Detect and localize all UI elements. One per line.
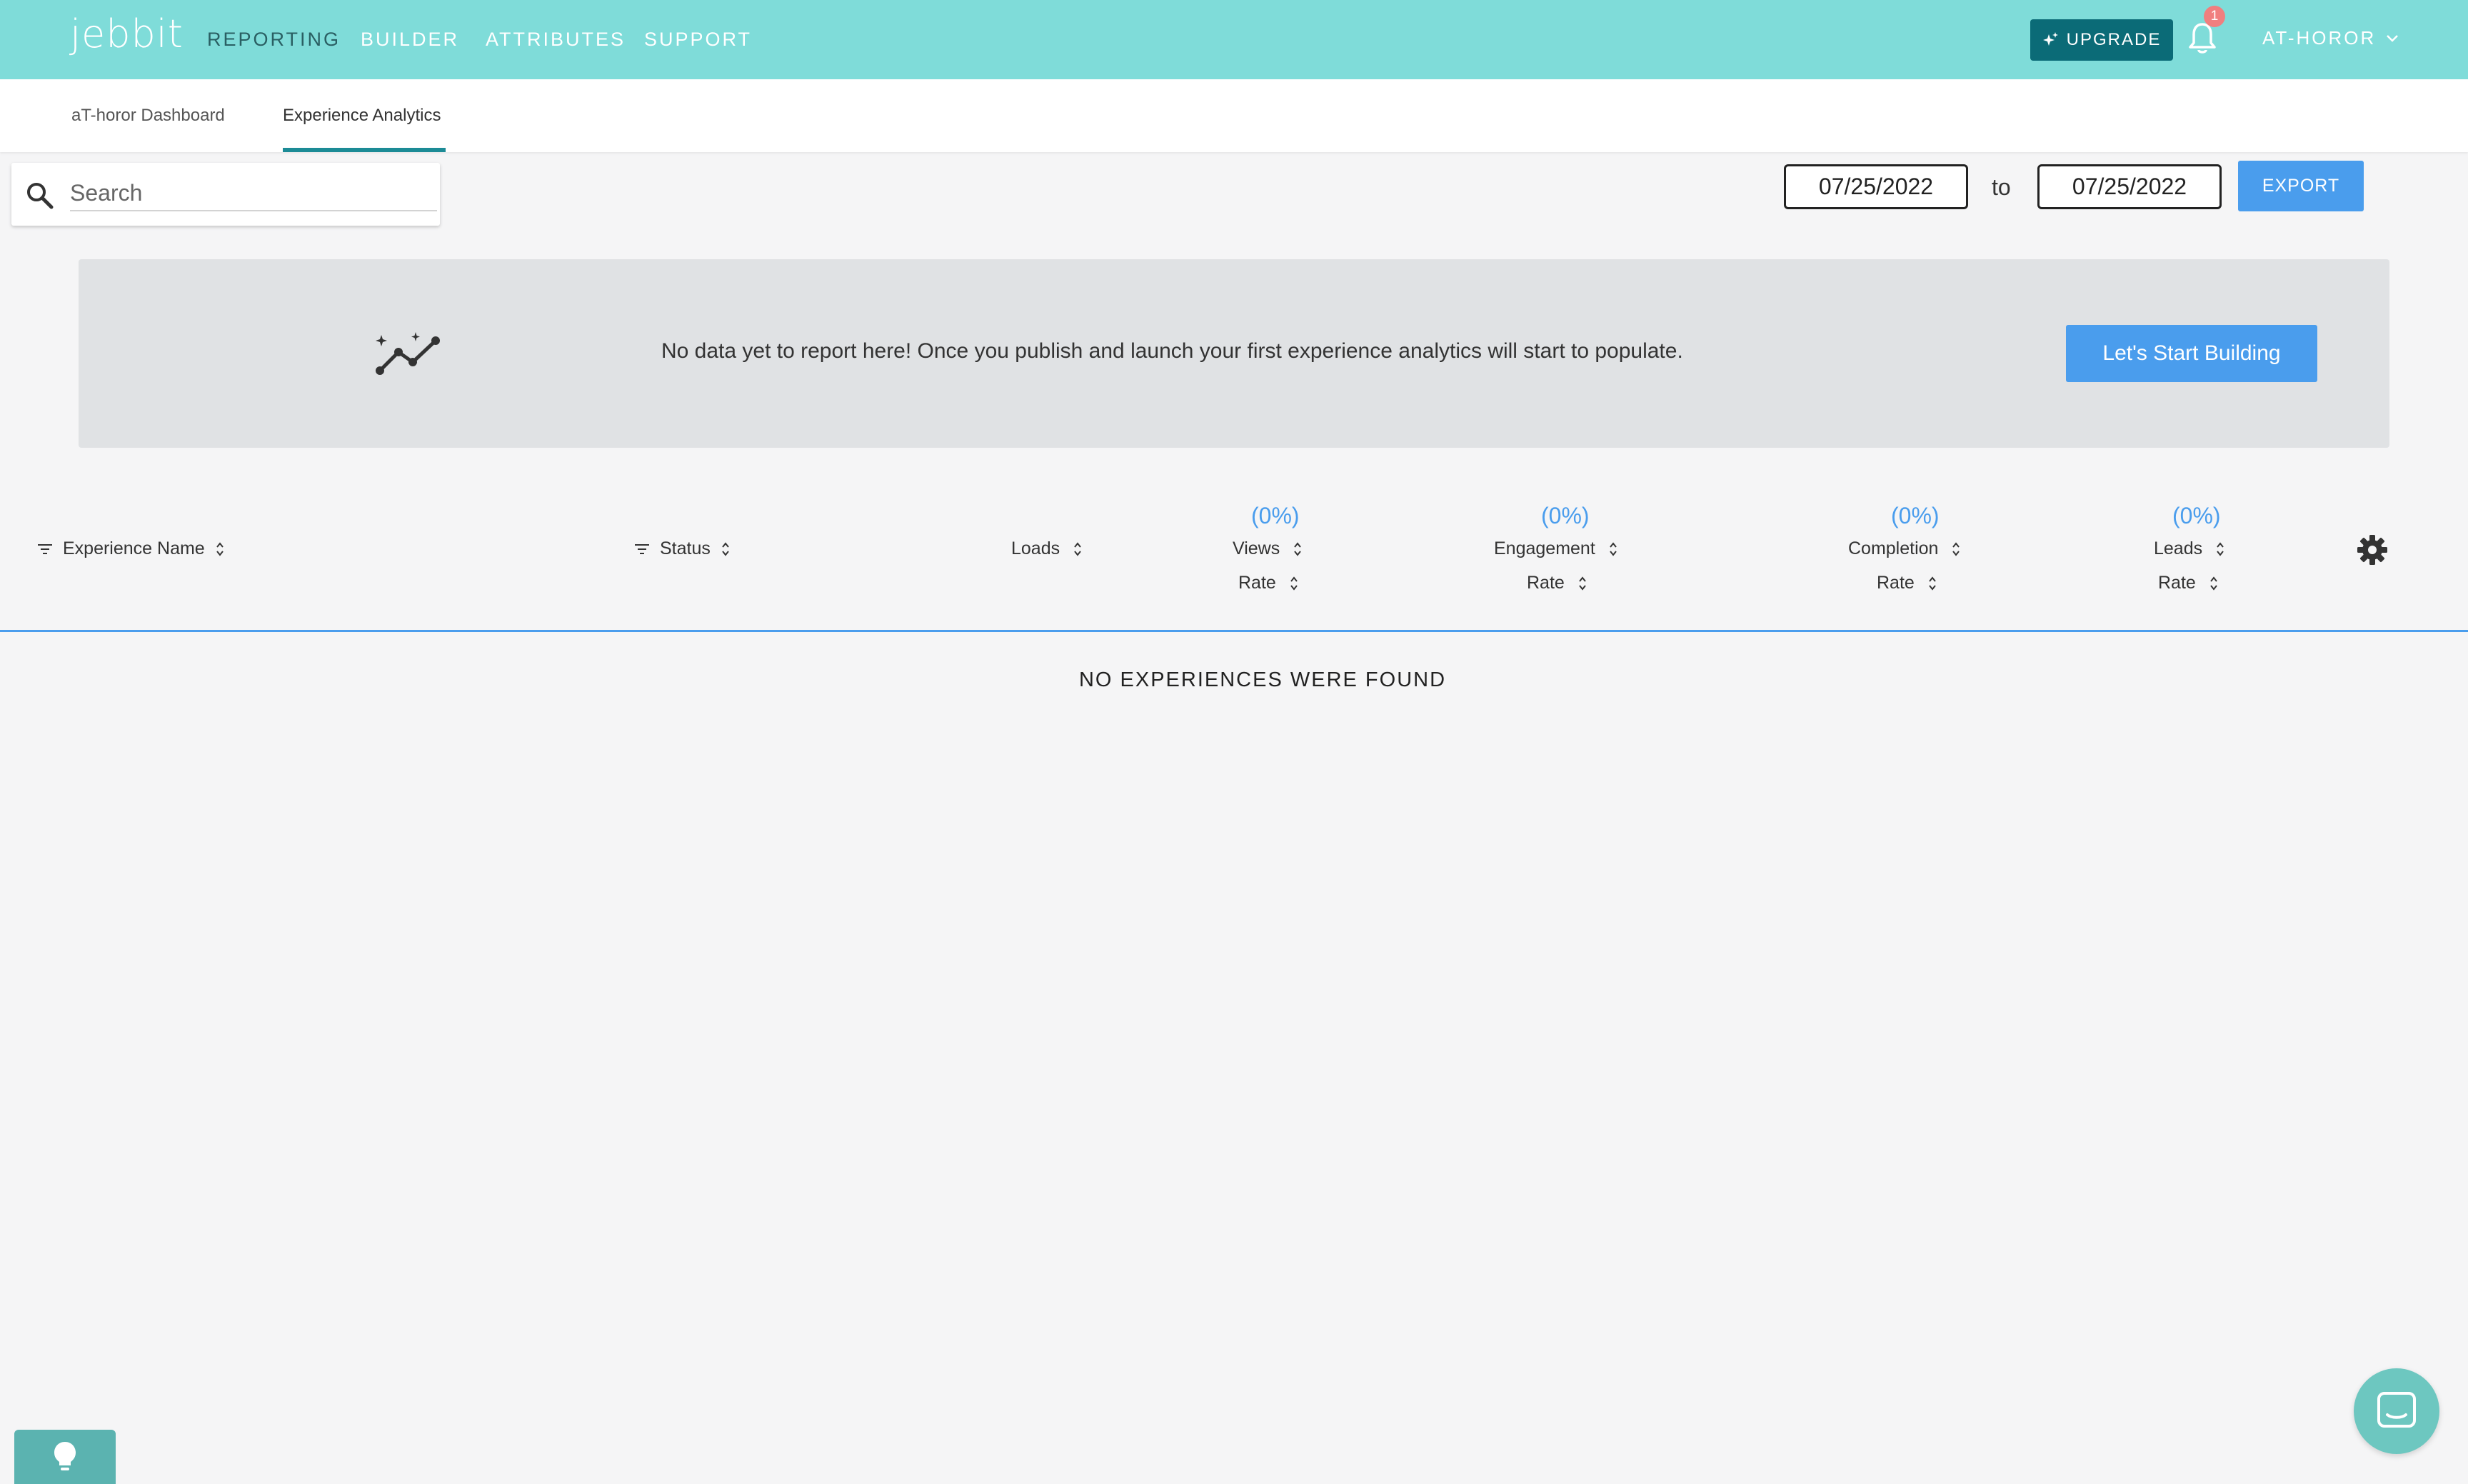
- sort-icon[interactable]: [1073, 541, 1083, 557]
- column-sublabel: Rate: [2158, 573, 2196, 593]
- notification-badge: 1: [2204, 6, 2225, 27]
- column-loads[interactable]: Loads: [1011, 538, 1083, 559]
- column-engagement-rate[interactable]: Rate: [1527, 573, 1587, 593]
- sub-tabs: aT-horor Dashboard Experience Analytics: [0, 79, 2468, 152]
- column-label: Status: [660, 538, 711, 558]
- export-button[interactable]: EXPORT: [2238, 161, 2364, 211]
- column-views-rate[interactable]: Rate: [1238, 573, 1299, 593]
- search-box: [11, 163, 440, 226]
- empty-table-message: NO EXPERIENCES WERE FOUND: [1078, 668, 1447, 691]
- date-to-field[interactable]: 07/25/2022: [2037, 164, 2222, 209]
- account-menu[interactable]: AT-HOROR: [2262, 27, 2399, 49]
- completion-rate-percent: (0%): [1891, 503, 1940, 528]
- sort-icon[interactable]: [2215, 541, 2225, 557]
- active-tab-indicator: [283, 148, 446, 152]
- date-separator: to: [1992, 174, 2011, 200]
- tab-experience-analytics[interactable]: Experience Analytics: [283, 106, 441, 126]
- sort-icon[interactable]: [1927, 576, 1937, 591]
- sort-icon[interactable]: [1608, 541, 1618, 557]
- sort-icon[interactable]: [2209, 576, 2219, 591]
- empty-state-banner: No data yet to report here! Once you pub…: [79, 259, 2389, 448]
- search-input[interactable]: [70, 176, 437, 211]
- empty-state-text: No data yet to report here! Once you pub…: [661, 339, 1683, 363]
- analytics-sparkle-icon: [376, 332, 440, 375]
- column-label: Engagement: [1494, 538, 1595, 558]
- filter-icon[interactable]: [37, 543, 53, 555]
- engagement-rate-percent: (0%): [1541, 503, 1590, 528]
- column-label: Loads: [1011, 538, 1060, 558]
- column-completion-rate[interactable]: Rate: [1877, 573, 1937, 593]
- column-label: Completion: [1848, 538, 1939, 558]
- upgrade-label: UPGRADE: [2066, 30, 2162, 49]
- column-label: Experience Name: [63, 538, 205, 558]
- column-label: Views: [1233, 538, 1280, 558]
- gear-icon[interactable]: [2357, 534, 2388, 566]
- nav-builder[interactable]: BUILDER: [361, 29, 459, 51]
- sort-icon[interactable]: [1289, 576, 1299, 591]
- leads-rate-percent: (0%): [2172, 503, 2221, 528]
- column-leads[interactable]: Leads: [2154, 538, 2225, 559]
- upgrade-button[interactable]: UPGRADE: [2030, 19, 2173, 61]
- account-label: AT-HOROR: [2262, 27, 2377, 49]
- column-sublabel: Rate: [1877, 573, 1915, 593]
- tips-button[interactable]: [14, 1430, 116, 1484]
- search-icon: [27, 183, 54, 209]
- sort-icon[interactable]: [1293, 541, 1303, 557]
- nav-support[interactable]: SUPPORT: [644, 29, 752, 51]
- start-building-button[interactable]: Let's Start Building: [2066, 325, 2317, 382]
- filter-icon[interactable]: [634, 543, 650, 555]
- sparkle-icon: [2042, 32, 2058, 46]
- column-completion[interactable]: Completion: [1848, 538, 1961, 559]
- top-navbar: jebbit REPORTING BUILDER ATTRIBUTES SUPP…: [0, 0, 2468, 79]
- column-views[interactable]: Views: [1233, 538, 1303, 559]
- column-engagement[interactable]: Engagement: [1494, 538, 1618, 559]
- column-leads-rate[interactable]: Rate: [2158, 573, 2219, 593]
- sort-icon[interactable]: [1951, 541, 1961, 557]
- chat-icon: [2377, 1392, 2416, 1428]
- chevron-down-icon: [2387, 34, 2399, 42]
- views-rate-percent: (0%): [1251, 503, 1300, 528]
- column-label: Leads: [2154, 538, 2203, 558]
- lightbulb-icon: [54, 1442, 76, 1470]
- sort-icon[interactable]: [1577, 576, 1587, 591]
- table-header-divider: [0, 630, 2468, 632]
- sort-icon[interactable]: [215, 541, 225, 557]
- column-sublabel: Rate: [1238, 573, 1276, 593]
- nav-attributes[interactable]: ATTRIBUTES: [486, 29, 626, 51]
- column-status[interactable]: Status: [634, 538, 731, 559]
- column-experience-name[interactable]: Experience Name: [37, 538, 225, 559]
- nav-reporting[interactable]: REPORTING: [207, 29, 341, 51]
- tab-dashboard[interactable]: aT-horor Dashboard: [71, 106, 225, 126]
- jebbit-logo[interactable]: jebbit: [70, 11, 184, 56]
- date-from-field[interactable]: 07/25/2022: [1784, 164, 1968, 209]
- sort-icon[interactable]: [721, 541, 731, 557]
- chat-launcher-button[interactable]: [2354, 1368, 2439, 1454]
- column-sublabel: Rate: [1527, 573, 1565, 593]
